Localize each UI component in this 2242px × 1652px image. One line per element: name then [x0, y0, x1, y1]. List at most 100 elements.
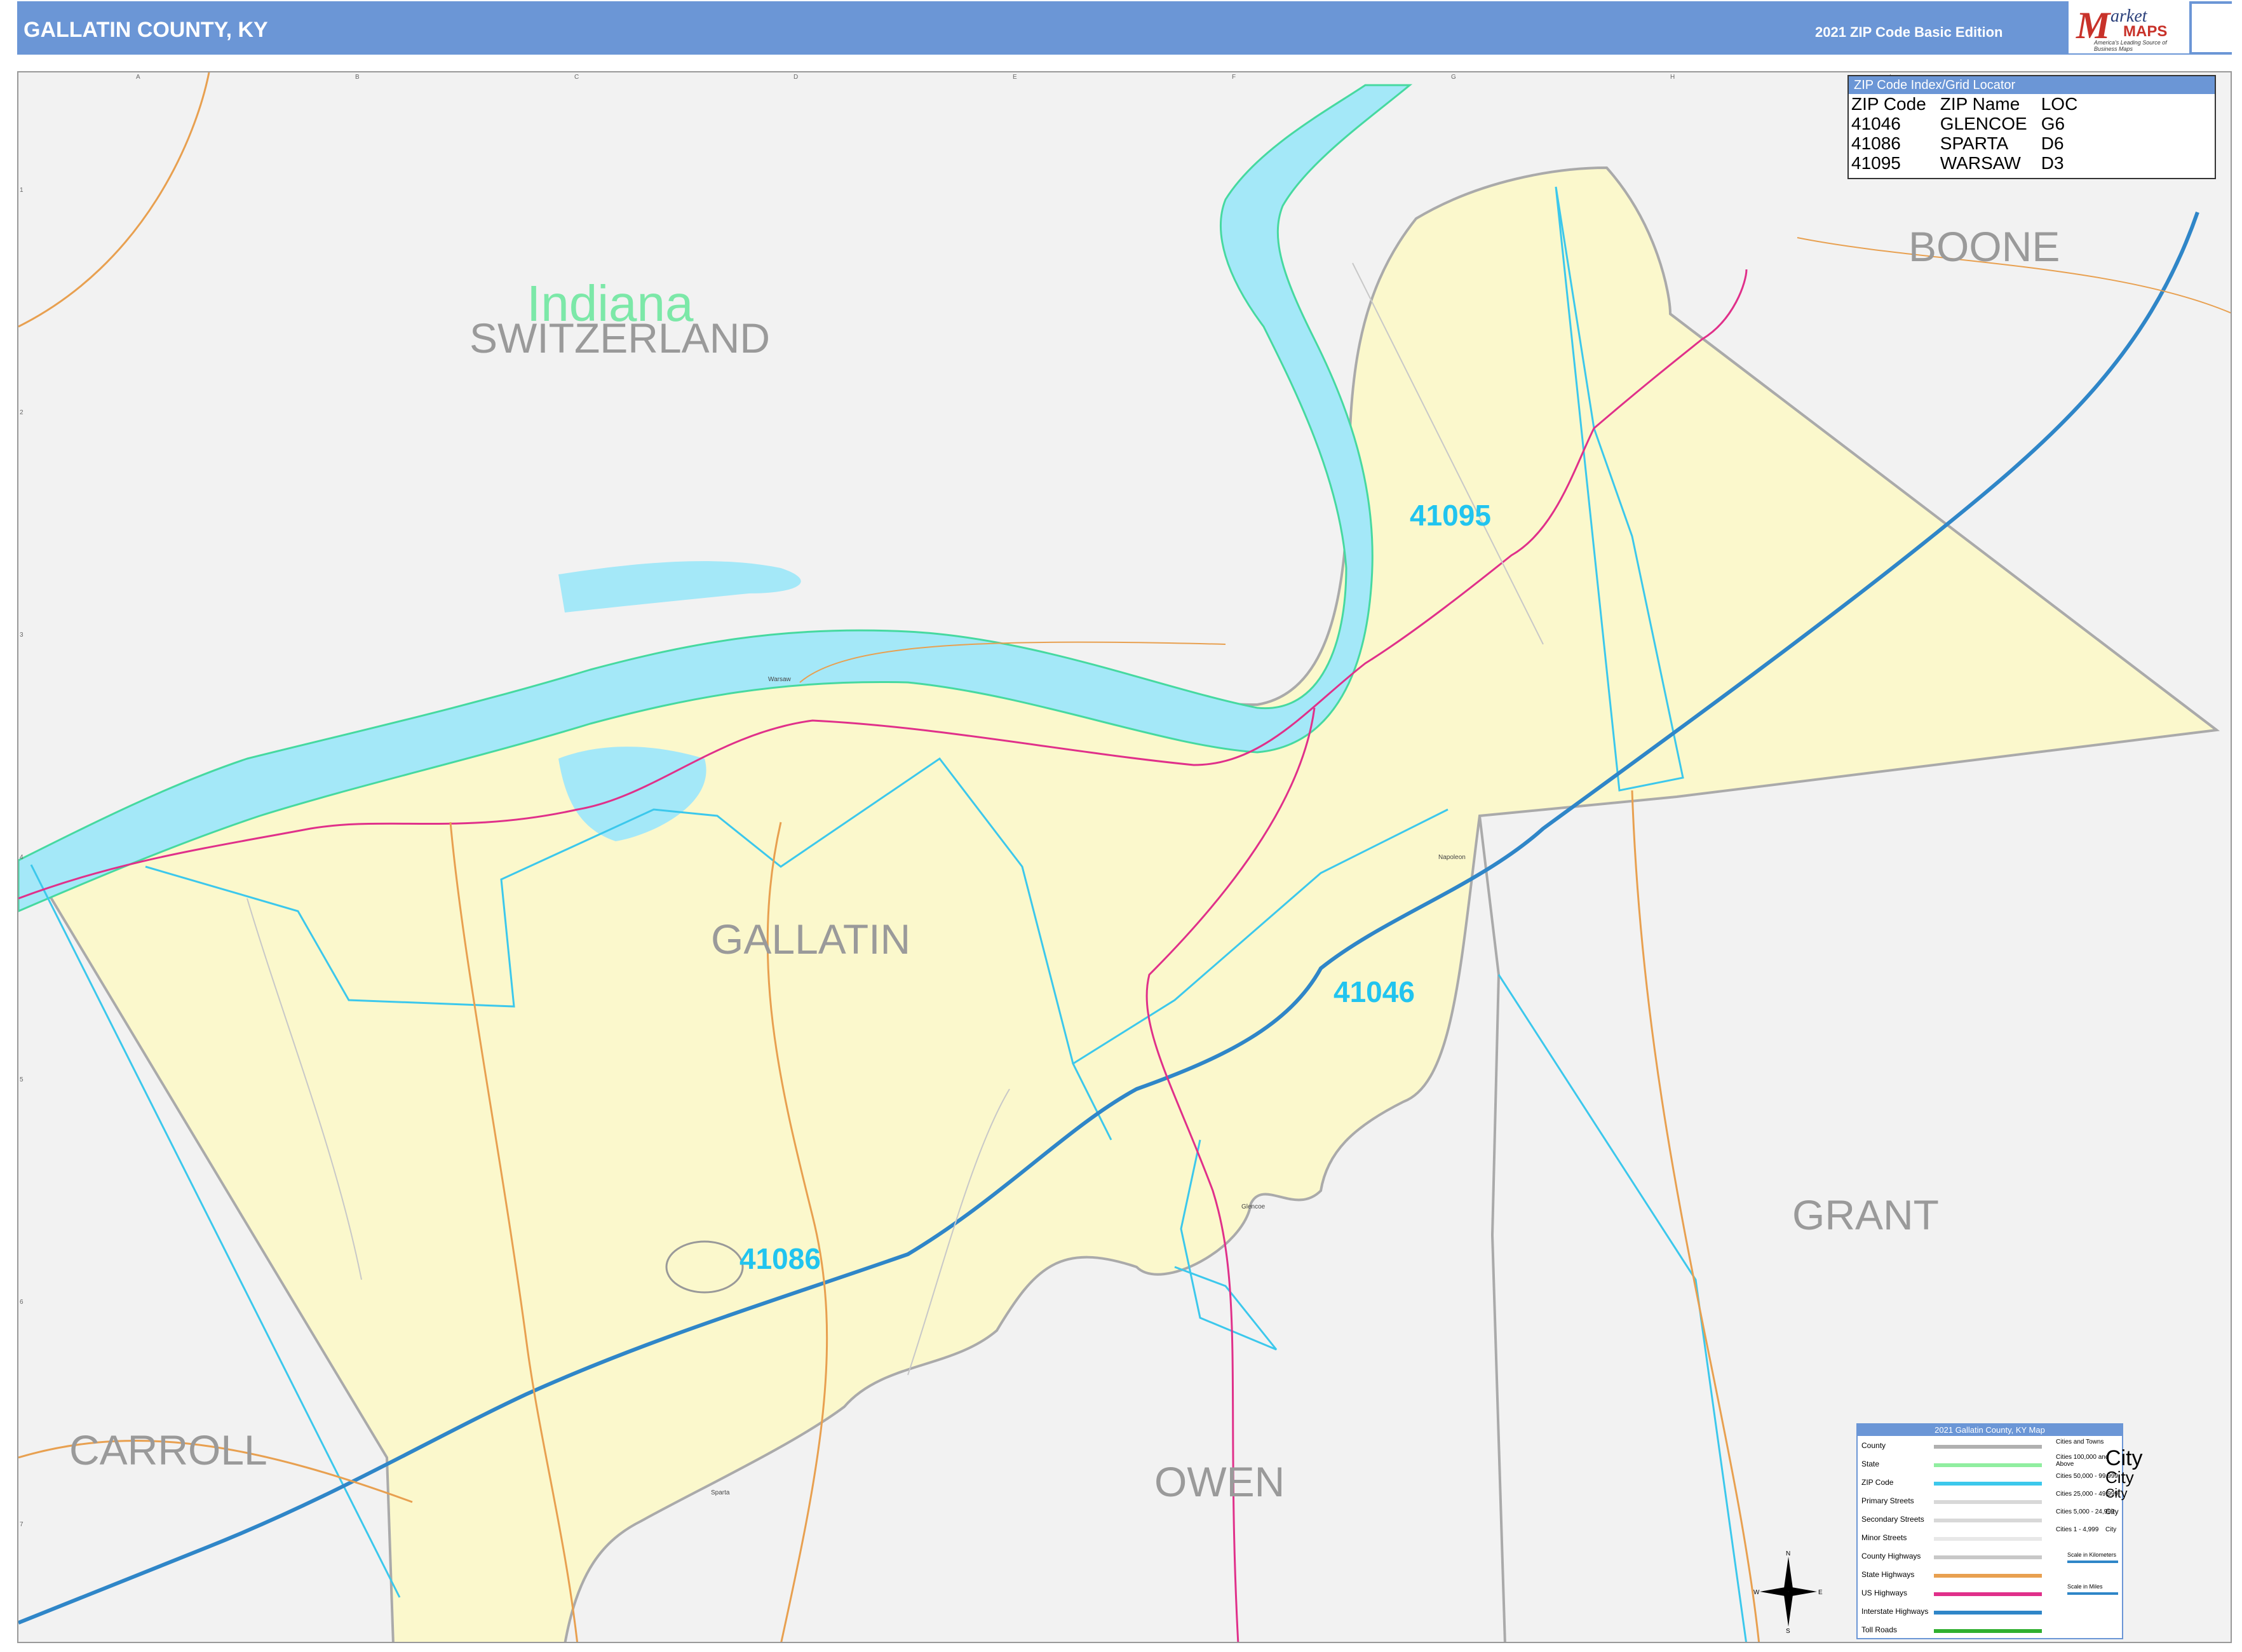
grid-row-label: 6	[20, 1299, 24, 1306]
legend-item-swatch	[1934, 1629, 2042, 1633]
zip-index-row: 41095 WARSAW D3	[1851, 153, 2091, 173]
legend-city-sample: City	[2105, 1487, 2128, 1501]
gallatin-county-area	[29, 166, 2220, 1642]
grid-column-label: B	[355, 74, 360, 81]
compass-rose-icon: N S W E	[1753, 1550, 1823, 1633]
grid-column-label: G	[1451, 74, 1456, 81]
compass-e: E	[1818, 1589, 1823, 1596]
legend-item-label: Primary Streets	[1861, 1496, 1914, 1505]
place-label-sparta: Sparta	[711, 1489, 730, 1496]
grid-column-label: C	[574, 74, 579, 81]
legend-item-swatch	[1934, 1482, 2042, 1486]
county-label-boone: BOONE	[1908, 223, 2060, 270]
zip-index-cell: 41086	[1851, 133, 1901, 153]
legend-item-swatch	[1934, 1592, 2042, 1596]
map-canvas[interactable]: Indiana SWITZERLAND BOONE GALLATIN GRANT…	[17, 71, 2232, 1643]
place-label-glencoe: Glencoe	[1241, 1203, 1266, 1210]
legend-item-swatch	[1934, 1537, 2042, 1541]
header-bar: GALLATIN COUNTY, KY 2021 ZIP Code Basic …	[17, 1, 2232, 55]
grid-column-label: F	[1232, 74, 1236, 81]
market-maps-logo: M arket MAPS America's Leading Source of…	[2069, 1, 2189, 53]
zip-label-41046: 41046	[1334, 975, 1415, 1008]
zip-index-header: LOC	[2041, 94, 2078, 114]
zip-index-row: 41046 GLENCOE G6	[1851, 114, 2091, 133]
grant-county-line	[1478, 815, 1506, 1642]
legend-item-label: County Highways	[1861, 1552, 1921, 1561]
county-label-owen: OWEN	[1154, 1458, 1285, 1505]
zip-index-cell: D6	[2041, 133, 2064, 153]
legend-item-swatch	[1934, 1611, 2042, 1615]
zip-index-box: ZIP Code Index/Grid Locator ZIP Code ZIP…	[1847, 75, 2216, 179]
legend-item-label: Toll Roads	[1861, 1625, 1898, 1634]
state-highway	[1631, 790, 1760, 1642]
legend-item-swatch	[1934, 1500, 2042, 1504]
legend-item-label: County	[1861, 1441, 1886, 1450]
county-label-carroll: CARROLL	[69, 1426, 267, 1473]
legend-item-swatch	[1934, 1574, 2042, 1578]
legend-item-swatch	[1934, 1463, 2042, 1467]
legend-item-swatch	[1934, 1445, 2042, 1449]
state-highway	[18, 72, 210, 328]
contact-info	[2192, 4, 2236, 52]
river-lake	[558, 561, 801, 613]
legend-item-label: US Highways	[1861, 1588, 1908, 1597]
zip-index-cell: 41095	[1851, 153, 1901, 173]
grid-row-label: 2	[20, 409, 24, 416]
logo-tagline: America's Leading Source of Business Map…	[2094, 39, 2167, 52]
county-label-gallatin: GALLATIN	[711, 916, 911, 963]
legend-scale-km: Scale in Kilometers	[2067, 1552, 2117, 1558]
zip-index-cell: 41046	[1851, 114, 1901, 133]
zip-index-title: ZIP Code Index/Grid Locator	[1849, 76, 2215, 94]
legend-city-sample: City	[2105, 1526, 2117, 1533]
legend-city-sample: City	[2105, 1468, 2134, 1487]
place-label-napoleon: Napoleon	[1438, 854, 1466, 861]
logo-word2: MAPS	[2123, 23, 2168, 40]
legend-item-swatch	[1934, 1519, 2042, 1522]
zip-index-table: ZIP Code ZIP Name LOC 41046 GLENCOE G6 4…	[1851, 94, 2091, 173]
zip-index-cell: WARSAW	[1940, 153, 2021, 173]
legend-item-swatch	[1934, 1555, 2042, 1559]
zip-index-row: 41086 SPARTA D6	[1851, 133, 2091, 153]
legend-city-class: Cities 1 - 4,999	[2056, 1526, 2099, 1533]
legend-item-label: State	[1861, 1459, 1880, 1468]
grid-row-label: 3	[20, 632, 24, 639]
map-title: GALLATIN COUNTY, KY	[24, 18, 268, 42]
legend-city-sample: City	[2105, 1507, 2119, 1516]
county-label-grant: GRANT	[1792, 1191, 1939, 1238]
zip-index-header-row: ZIP Code ZIP Name LOC	[1851, 94, 2091, 114]
grid-column-label: H	[1670, 74, 1675, 81]
grid-column-label: E	[1013, 74, 1017, 81]
zip-index-header: ZIP Code	[1851, 94, 1926, 114]
legend-scale-bar-mi	[2067, 1592, 2118, 1595]
legend-scale-mi: Scale in Miles	[2067, 1583, 2103, 1590]
compass-w: W	[1753, 1589, 1760, 1596]
legend-scale-bar-km	[2067, 1561, 2118, 1563]
legend-cities-title: Cities and Towns	[2056, 1439, 2104, 1446]
legend-item-label: Interstate Highways	[1861, 1607, 1929, 1616]
county-label-switzerland: SWITZERLAND	[469, 315, 771, 362]
grid-column-label: D	[793, 74, 799, 81]
grid-column-label: A	[136, 74, 140, 81]
compass-n: N	[1786, 1550, 1790, 1557]
grid-row-label: 4	[20, 854, 24, 861]
zip-index-cell: D3	[2041, 153, 2064, 173]
place-label-warsaw: Warsaw	[768, 676, 791, 683]
grid-row-label: 5	[20, 1076, 24, 1083]
compass-s: S	[1786, 1628, 1790, 1633]
legend-item-label: Secondary Streets	[1861, 1515, 1924, 1524]
zip-label-41086: 41086	[739, 1242, 821, 1275]
grid-row-label: 7	[20, 1521, 24, 1528]
zip-index-cell: G6	[2041, 114, 2065, 133]
map-svg	[18, 72, 2231, 1642]
legend-title: 2021 Gallatin County, KY Map	[1858, 1425, 2122, 1436]
zip-index-header: ZIP Name	[1940, 94, 2020, 114]
legend-item-label: Minor Streets	[1861, 1533, 1907, 1542]
legend-item-label: State Highways	[1861, 1570, 1915, 1579]
edition-label: 2021 ZIP Code Basic Edition	[1815, 24, 2003, 40]
map-legend: 2021 Gallatin County, KY Map County State…	[1856, 1423, 2143, 1639]
grid-row-label: 1	[20, 187, 24, 194]
legend-item-label: ZIP Code	[1861, 1478, 1894, 1487]
zip-label-41095: 41095	[1410, 499, 1491, 532]
zip-index-cell: SPARTA	[1940, 133, 2009, 153]
zip-index-cell: GLENCOE	[1940, 114, 2027, 133]
